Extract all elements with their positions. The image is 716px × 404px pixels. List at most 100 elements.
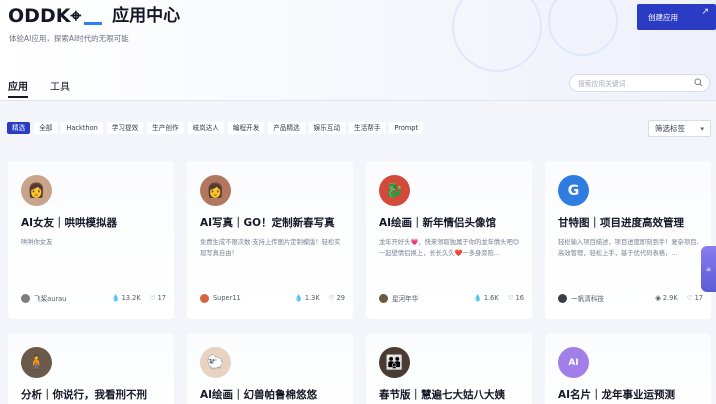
- logo-letter: ⌖: [70, 5, 81, 27]
- app-footer: 飞桨aurau 💧 13.2K ♡ 17: [21, 293, 166, 303]
- app-title: 甘特图｜项目进度高效管理: [558, 217, 684, 229]
- app-avatar: 👪: [379, 347, 410, 378]
- search-input[interactable]: 搜索应用关键词: [569, 74, 710, 92]
- logo-letter: D: [39, 5, 56, 27]
- views-stat: 💧 1.6K: [474, 294, 499, 302]
- tag-learning[interactable]: 学习提效: [106, 122, 144, 134]
- likes-count: 29: [336, 294, 345, 302]
- author-name: 一帆清科技: [571, 295, 604, 303]
- views-stat: ◉ 2.9K: [655, 294, 678, 302]
- app-stats: 💧 1.3K ♡ 29: [295, 294, 345, 302]
- eye-icon: ◉: [655, 294, 661, 302]
- app-card[interactable]: 🐉 AI绘画｜新年情侣头像馆 龙年开好头💗，快来领取独属于你的龙年情头吧😊一起壁…: [366, 161, 532, 319]
- app-avatar: 🐑: [200, 347, 231, 378]
- app-footer: Super11 💧 1.3K ♡ 29: [200, 293, 345, 303]
- likes-count: 17: [694, 294, 703, 302]
- app-card[interactable]: G 甘特图｜项目进度高效管理 轻松输入项目描述，项目进度即刻到手！复杂项目,高效…: [545, 161, 711, 319]
- app-card[interactable]: 👩 AI女友｜哄哄模拟器 哄哄你女友 飞桨aurau 💧 13.2K ♡ 17: [8, 161, 174, 319]
- likes-stat[interactable]: ♡ 17: [687, 294, 703, 302]
- app-title: 春节版｜慧遍七大姑八大姨: [379, 389, 505, 401]
- create-app-label: 创建应用: [648, 12, 678, 22]
- app-stats: 💧 1.6K ♡ 16: [474, 294, 524, 302]
- likes-count: 17: [157, 294, 166, 302]
- logo-letter: D: [24, 5, 40, 27]
- views-stat: 💧 13.2K: [111, 294, 140, 302]
- likes-stat[interactable]: ♡ 17: [150, 294, 166, 302]
- app-avatar: 🐉: [379, 175, 410, 206]
- floating-side-icon: ≡: [705, 265, 712, 273]
- author-name: 星河年华: [392, 295, 419, 303]
- views-count: 1.6K: [483, 294, 499, 302]
- app-card[interactable]: 👪 春节版｜慧遍七大姑八大姨: [366, 333, 532, 404]
- heart-icon: ♡: [507, 294, 514, 302]
- app-card[interactable]: 🐑 AI绘画｜幻兽帕鲁棉悠悠: [187, 333, 353, 404]
- app-title: 分析｜你说行，我看刑不刑: [21, 389, 147, 401]
- tag-entertainment[interactable]: 娱乐互动: [308, 122, 346, 134]
- tag-featured[interactable]: 精选: [7, 122, 31, 134]
- likes-stat[interactable]: ♡ 16: [508, 294, 524, 302]
- logo: O D D K ⌖ 应用中心: [8, 5, 180, 27]
- logo-underscore: [84, 22, 103, 25]
- tag-products[interactable]: 产品精选: [268, 122, 305, 134]
- app-title: AI女友｜哄哄模拟器: [21, 217, 118, 229]
- app-avatar: G: [558, 175, 589, 206]
- tag-programming[interactable]: 编程开发: [227, 122, 265, 134]
- heart-icon: ♡: [149, 294, 156, 302]
- tag-creation[interactable]: 生产创作: [147, 122, 184, 134]
- app-description: 轻松输入项目描述，项目进度即刻到手！复杂项目,高效管理，轻松上手，基于优代码表格…: [558, 239, 699, 257]
- logo-letter: K: [55, 5, 71, 27]
- filter-label: 筛选标签: [655, 124, 685, 133]
- app-title: AI写真｜GO！定制新春写真: [200, 217, 335, 229]
- tag-all[interactable]: 全部: [34, 122, 58, 134]
- tag-filter-list: 精选 全部 Hackthon 学习提效 生产创作 岐岚达人 编程开发 产品精选 …: [7, 122, 424, 134]
- logo-mark: O D D K ⌖: [8, 5, 103, 27]
- page-subtitle: 体验AI应用，探索AI时代的无限可能: [9, 34, 129, 43]
- tag-creators[interactable]: 岐岚达人: [187, 122, 224, 134]
- page-title: 应用中心: [112, 6, 181, 26]
- views-count: 13.2K: [121, 294, 141, 302]
- heart-icon: ♡: [686, 294, 693, 302]
- tag-hackthon[interactable]: Hackthon: [61, 122, 103, 134]
- fire-icon: 💧: [473, 294, 482, 302]
- author-name: 飞桨aurau: [34, 295, 67, 303]
- author-avatar: [379, 293, 388, 303]
- tag-lifestyle[interactable]: 生活帮手: [349, 122, 386, 134]
- app-title: AI绘画｜幻兽帕鲁棉悠悠: [200, 389, 318, 401]
- author-name: Super11: [213, 294, 241, 302]
- app-stats: 💧 13.2K ♡ 17: [111, 294, 166, 302]
- logo-letter: O: [8, 5, 24, 27]
- fire-icon: 💧: [111, 294, 120, 302]
- app-description: 免费生成不限次数·支持上传图片定制模版！轻松实现写真自由！: [200, 239, 341, 257]
- views-stat: 💧 1.3K: [295, 294, 320, 302]
- app-footer: 一帆清科技 ◉ 2.9K ♡ 17: [558, 293, 703, 303]
- floating-side-tab[interactable]: ≡: [701, 246, 716, 292]
- app-avatar: 👩: [200, 175, 231, 206]
- chevron-down-icon: ▾: [700, 125, 704, 133]
- app-title: AI名片｜龙年事业运预测: [558, 389, 676, 401]
- app-avatar: AI: [558, 347, 589, 378]
- likes-count: 16: [515, 294, 524, 302]
- views-count: 2.9K: [662, 294, 678, 302]
- views-count: 1.3K: [304, 294, 320, 302]
- app-title: AI绘画｜新年情侣头像馆: [379, 217, 497, 229]
- heart-icon: ♡: [328, 294, 335, 302]
- app-card[interactable]: 👩 AI写真｜GO！定制新春写真 免费生成不限次数·支持上传图片定制模版！轻松实…: [187, 161, 353, 319]
- app-stats: ◉ 2.9K ♡ 17: [655, 294, 703, 302]
- create-app-button[interactable]: 创建应用 ↗: [637, 4, 716, 30]
- tag-prompt[interactable]: Prompt: [389, 122, 424, 134]
- filter-tags-select[interactable]: 筛选标签 ▾: [648, 120, 711, 137]
- app-avatar: 👩: [21, 175, 52, 206]
- author-avatar: [21, 293, 30, 303]
- app-avatar: 🧍: [21, 347, 52, 378]
- app-description: 哄哄你女友: [21, 239, 53, 246]
- search-icon[interactable]: [694, 78, 703, 87]
- search-placeholder: 搜索应用关键词: [578, 80, 626, 88]
- app-card[interactable]: AI AI名片｜龙年事业运预测: [545, 333, 711, 404]
- app-card[interactable]: 🧍 分析｜你说行，我看刑不刑: [8, 333, 174, 404]
- tab-tools[interactable]: 工具: [50, 78, 70, 93]
- app-description: 龙年开好头💗，快来领取独属于你的龙年情头吧😊一起壁情侣换上，长长久久❤️一多身旁…: [379, 239, 520, 257]
- arrow-up-right-icon: ↗: [701, 7, 709, 17]
- likes-stat[interactable]: ♡ 29: [329, 294, 345, 302]
- app-footer: 星河年华 💧 1.6K ♡ 16: [379, 293, 524, 303]
- tab-apps[interactable]: 应用: [8, 78, 28, 98]
